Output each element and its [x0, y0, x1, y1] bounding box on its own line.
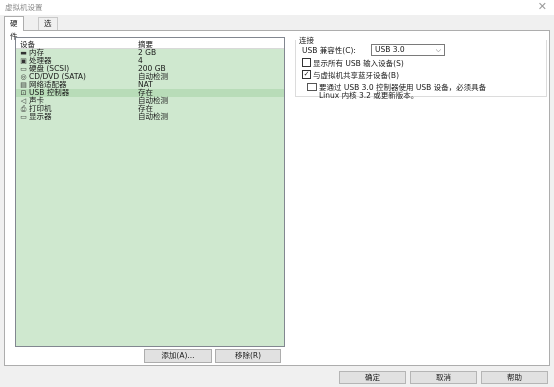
device-summary: 自动检测 [138, 112, 168, 121]
usb-icon: ⊡ [20, 89, 27, 97]
device-name: 显示器 [29, 112, 52, 121]
usb-compat-label: USB 兼容性(C): [302, 46, 356, 55]
close-icon[interactable]: ✕ [538, 0, 547, 13]
add-device-button[interactable]: 添加(A)... [144, 349, 212, 363]
show-all-usb-checkbox[interactable] [302, 58, 311, 67]
window-title: 虚拟机设置 [5, 3, 43, 12]
show-all-usb-label: 显示所有 USB 输入设备(S) [313, 59, 404, 68]
memory-icon: ▬ [20, 49, 27, 57]
help-button[interactable]: 帮助 [481, 371, 548, 384]
device-row-memory[interactable]: ▬ 内存 2 GB [16, 49, 284, 57]
cancel-button[interactable]: 取消 [410, 371, 477, 384]
device-list[interactable]: 设备 摘要 ▬ 内存 2 GB ▣ 处理器 4 ▭ 硬盘 (SCSI) 200 … [15, 37, 285, 347]
network-icon: ▤ [20, 81, 27, 89]
cpu-icon: ▣ [20, 57, 27, 65]
usb-compat-value: USB 3.0 [375, 45, 405, 54]
usb-info-line2: Linux 内核 3.2 或更新版本。 [319, 91, 419, 100]
share-bluetooth-label: 与虚拟机共享蓝牙设备(B) [313, 71, 399, 80]
harddisk-icon: ▭ [20, 65, 27, 73]
cd-icon: ◎ [20, 73, 27, 81]
sound-icon: ◁ [20, 97, 27, 105]
tab-options[interactable]: 选项 [38, 17, 58, 40]
usb-compat-select[interactable]: USB 3.0 ⌵ [371, 44, 445, 56]
share-bluetooth-checkbox[interactable]: ✓ [302, 70, 311, 79]
chevron-down-icon: ⌵ [435, 46, 441, 54]
hardware-panel: 设备 摘要 ▬ 内存 2 GB ▣ 处理器 4 ▭ 硬盘 (SCSI) 200 … [4, 30, 550, 366]
remove-device-button[interactable]: 移除(R) [215, 349, 281, 363]
ok-button[interactable]: 确定 [339, 371, 406, 384]
device-row-monitor[interactable]: ▭ 显示器 自动检测 [16, 113, 284, 121]
printer-icon: ⎙ [20, 105, 27, 113]
tab-hardware[interactable]: 硬件 [4, 16, 24, 41]
info-icon [307, 83, 317, 91]
title-bar: 虚拟机设置 ✕ [0, 0, 554, 15]
monitor-icon: ▭ [20, 113, 27, 121]
